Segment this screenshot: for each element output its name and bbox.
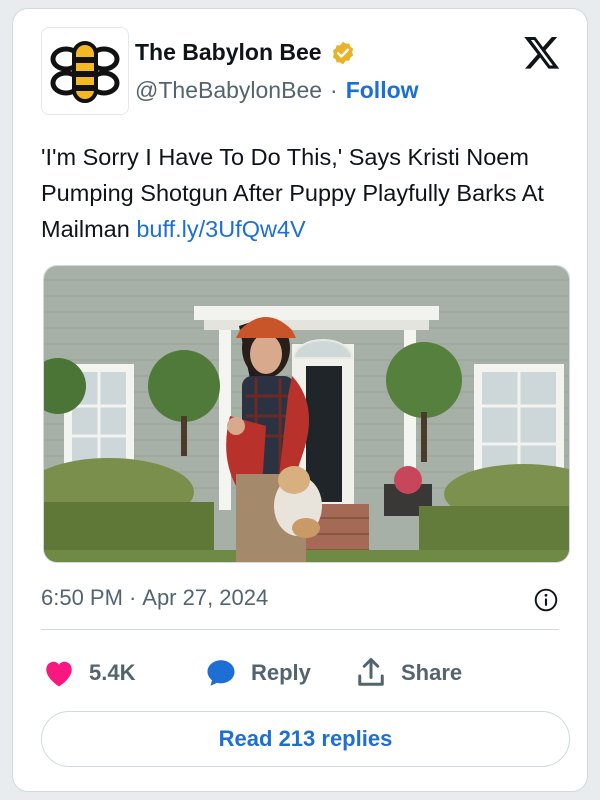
divider [41,629,559,630]
tweet-text: 'I'm Sorry I Have To Do This,' Says Kris… [41,139,561,247]
verified-badge-icon [332,41,353,64]
separator: · [128,585,137,610]
timestamp[interactable]: 6:50 PM · Apr 27, 2024 [41,585,268,611]
read-replies-button[interactable]: Read 213 replies [41,711,570,767]
follow-button[interactable]: Follow [346,77,419,104]
share-label: Share [401,660,463,685]
author-handle-row: @TheBabylonBee · Follow [135,77,419,104]
heart-icon [46,661,72,687]
info-icon[interactable] [533,587,559,613]
tweet-date: Apr 27, 2024 [142,585,269,610]
x-logo-icon[interactable] [523,33,561,71]
share-button[interactable]: Share [353,655,462,691]
reply-label: Reply [251,660,311,685]
separator: · [330,77,338,103]
author-name-row: The Babylon Bee [135,39,356,66]
action-bar: 5.4K Reply Share [41,649,462,697]
like-button[interactable]: 5.4K [41,655,203,691]
author-display-name[interactable]: The Babylon Bee [135,39,322,66]
tweet-link[interactable]: buff.ly/3UfQw4V [136,216,305,242]
tweet-time: 6:50 PM [41,585,123,610]
author-handle[interactable]: @TheBabylonBee [135,77,322,104]
share-icon [358,658,384,686]
avatar[interactable] [41,27,129,115]
tweet-photo [44,266,569,562]
tweet-card: The Babylon Bee @TheBabylonBee · Follow … [12,8,588,792]
reply-button[interactable]: Reply [203,655,353,691]
babylon-bee-logo [50,41,120,103]
tweet-image[interactable] [43,265,570,563]
speech-bubble-icon [207,660,235,686]
like-count: 5.4K [89,660,136,685]
